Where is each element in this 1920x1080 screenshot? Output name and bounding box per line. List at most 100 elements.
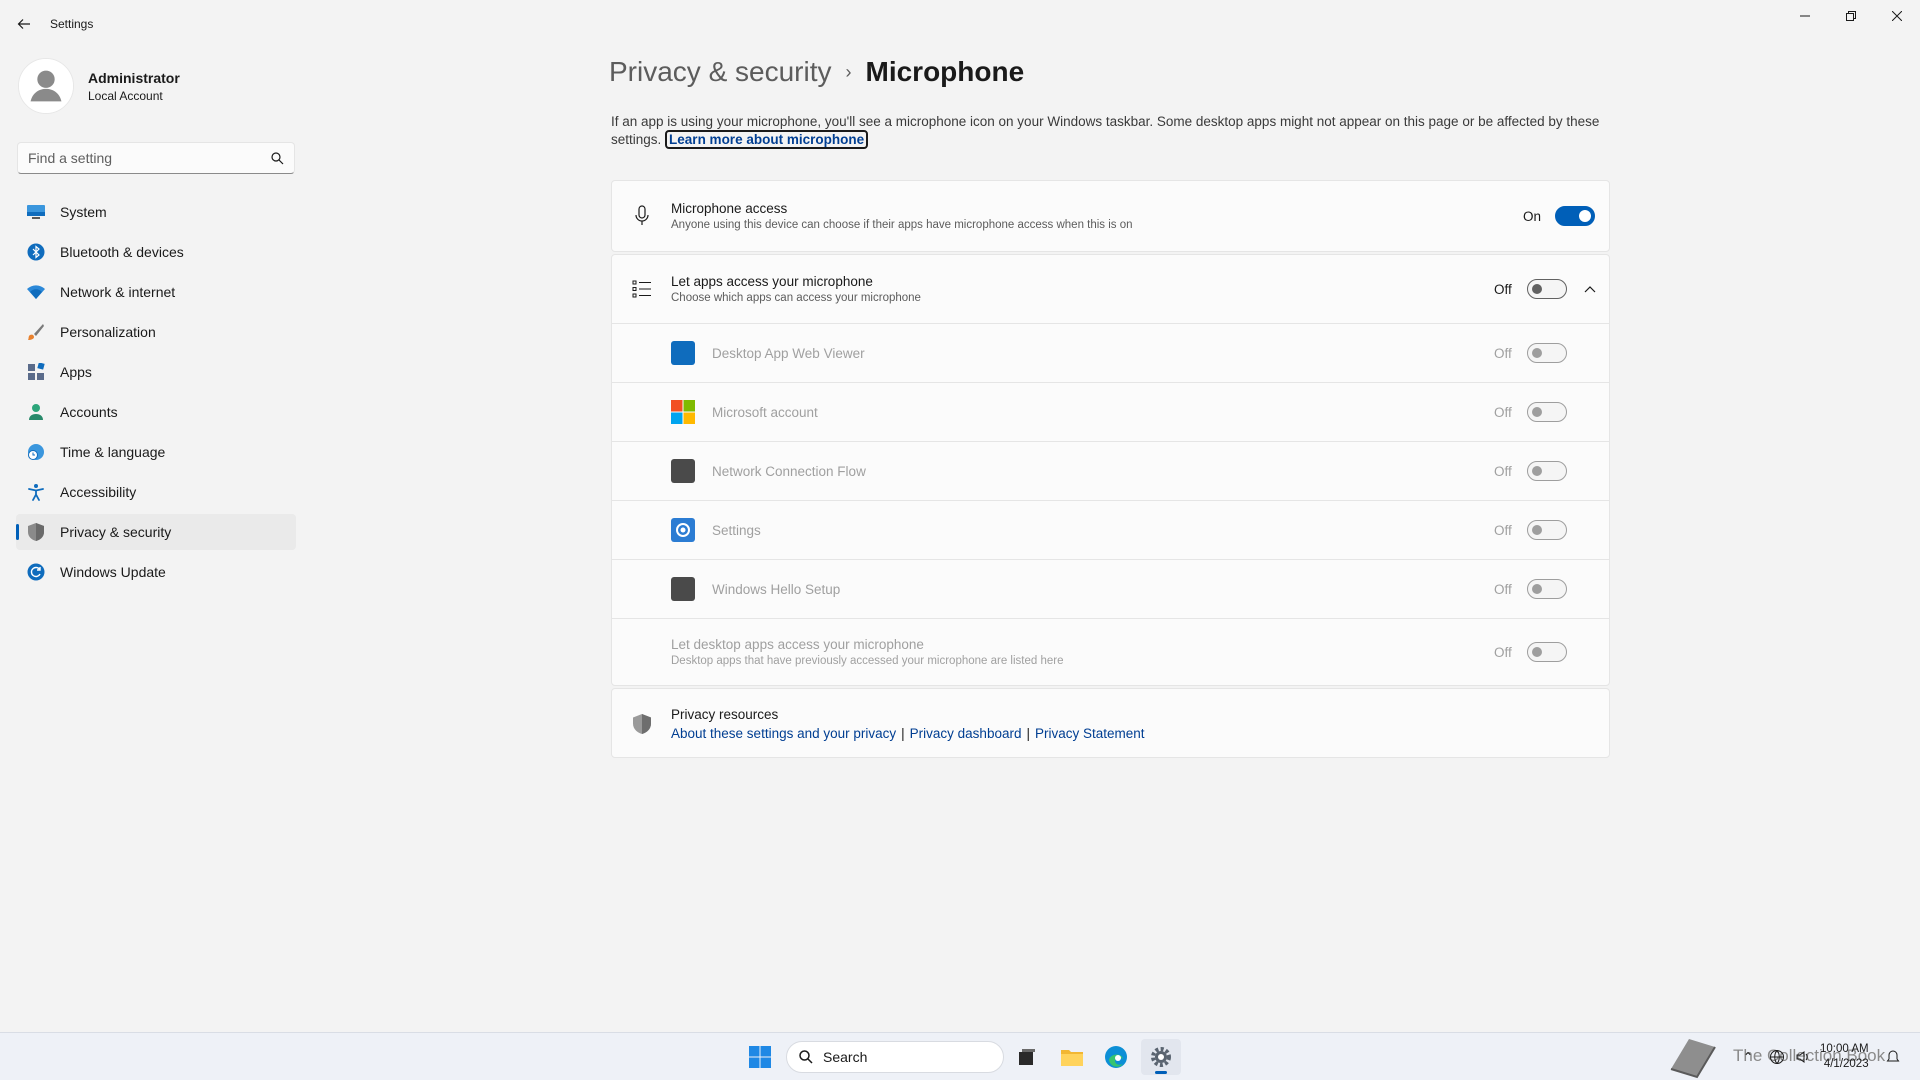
clock-date: 4/1/2023: [1823, 1058, 1869, 1070]
update-icon: [26, 562, 46, 582]
task-view-button[interactable]: [1007, 1039, 1047, 1075]
wifi-icon: [26, 282, 46, 302]
avatar: [18, 58, 74, 114]
sidebar-item-label: Accounts: [60, 404, 118, 420]
privacy-resources-card: Privacy resources About these settings a…: [611, 688, 1610, 758]
shield-icon: [26, 522, 46, 542]
privacy-resources-title: Privacy resources: [671, 707, 779, 722]
volume-icon[interactable]: [1795, 1049, 1811, 1065]
close-icon: [1892, 11, 1902, 21]
sidebar-item-label: Privacy & security: [60, 524, 172, 540]
app-toggle-desktop-app-web-viewer[interactable]: [1527, 343, 1567, 363]
desktop-apps-access-toggle[interactable]: [1527, 642, 1567, 662]
back-button[interactable]: [12, 12, 36, 36]
page-title: Microphone: [865, 56, 1025, 87]
person-icon: [26, 402, 46, 422]
file-explorer-button[interactable]: [1052, 1039, 1092, 1075]
desktop-apps-access-subtitle: Desktop apps that have previously access…: [671, 655, 1064, 667]
settings-gear-icon: [1151, 1047, 1171, 1067]
user-profile[interactable]: Administrator Local Account: [18, 58, 180, 114]
network-globe-icon[interactable]: [1769, 1049, 1785, 1065]
microphone-access-row: Microphone access Anyone using this devi…: [612, 181, 1609, 251]
chevron-right-icon: ›: [845, 61, 852, 82]
app-row-network-connection-flow: Network Connection Flow Off: [612, 442, 1609, 501]
privacy-dashboard-link[interactable]: Privacy dashboard: [910, 726, 1022, 741]
app-toggle-windows-hello-setup[interactable]: [1527, 579, 1567, 599]
app-toggle-settings[interactable]: [1527, 520, 1567, 540]
shield-icon: [630, 712, 654, 736]
minimize-button[interactable]: [1782, 0, 1828, 32]
bluetooth-icon: [26, 242, 46, 262]
app-state: Off: [1494, 581, 1512, 597]
desktop-apps-access-state: Off: [1494, 644, 1512, 660]
microphone-access-state: On: [1523, 208, 1542, 224]
sidebar-nav: System Bluetooth & devices Network & int…: [16, 194, 296, 594]
let-apps-access-card: Let apps access your microphone Choose w…: [611, 254, 1610, 686]
app-toggle-network-connection-flow[interactable]: [1527, 461, 1567, 481]
clock-time: 10:00 AM: [1820, 1043, 1869, 1055]
sidebar-item-apps[interactable]: Apps: [16, 354, 296, 390]
edge-browser-icon: [1105, 1046, 1127, 1068]
settings-search[interactable]: [17, 142, 295, 174]
chevron-up-icon[interactable]: ⌃: [1743, 1050, 1753, 1064]
brush-icon: [26, 322, 46, 342]
title-bar: Settings: [0, 0, 1920, 48]
folder-icon: [1061, 1050, 1083, 1066]
sidebar-item-personalization[interactable]: Personalization: [16, 314, 296, 350]
sidebar-item-label: Network & internet: [60, 284, 176, 300]
sidebar-item-label: Accessibility: [60, 484, 137, 500]
user-avatar-icon: [19, 59, 73, 113]
learn-more-link[interactable]: Learn more about microphone: [665, 130, 869, 149]
settings-gear-icon: [671, 518, 695, 542]
sidebar-item-accessibility[interactable]: Accessibility: [16, 474, 296, 510]
minimize-icon: [1800, 15, 1810, 17]
desktop-apps-access-row: Let desktop apps access your microphone …: [612, 619, 1609, 685]
privacy-statement-link[interactable]: Privacy Statement: [1035, 726, 1145, 741]
search-input[interactable]: [28, 150, 271, 166]
taskbar-search[interactable]: Search: [786, 1041, 1004, 1073]
sidebar-item-windows-update[interactable]: Windows Update: [16, 554, 296, 590]
app-row-windows-hello-setup: Windows Hello Setup Off: [612, 560, 1609, 619]
search-icon: [799, 1050, 813, 1064]
accessibility-icon: [26, 482, 46, 502]
about-settings-privacy-link[interactable]: About these settings and your privacy: [671, 726, 896, 741]
let-apps-access-row[interactable]: Let apps access your microphone Choose w…: [612, 255, 1609, 324]
sidebar-item-label: Bluetooth & devices: [60, 244, 184, 260]
windows-logo-icon: [749, 1046, 771, 1068]
sidebar-item-label: Windows Update: [60, 564, 166, 580]
microphone-access-subtitle: Anyone using this device can choose if t…: [671, 219, 1133, 231]
back-arrow-icon: [17, 19, 30, 29]
notification-button[interactable]: [1886, 1033, 1900, 1080]
microphone-access-toggle[interactable]: [1555, 206, 1595, 226]
taskbar-search-label: Search: [823, 1049, 868, 1065]
close-button[interactable]: [1874, 0, 1920, 32]
let-apps-access-toggle[interactable]: [1527, 279, 1567, 299]
apps-icon: [26, 362, 46, 382]
let-apps-access-subtitle: Choose which apps can access your microp…: [671, 292, 921, 304]
sidebar-item-privacy-security[interactable]: Privacy & security: [16, 514, 296, 550]
sidebar-item-accounts[interactable]: Accounts: [16, 394, 296, 430]
edge-button[interactable]: [1096, 1039, 1136, 1075]
sidebar-item-network[interactable]: Network & internet: [16, 274, 296, 310]
search-icon: [271, 151, 284, 164]
desktop-apps-access-title: Let desktop apps access your microphone: [671, 637, 924, 652]
let-apps-access-state: Off: [1494, 281, 1512, 297]
sidebar-item-bluetooth[interactable]: Bluetooth & devices: [16, 234, 296, 270]
start-button[interactable]: [740, 1039, 780, 1075]
clock[interactable]: 10:00 AM 4/1/2023: [1820, 1042, 1869, 1072]
globe-clock-icon: [26, 442, 46, 462]
sidebar-item-system[interactable]: System: [16, 194, 296, 230]
app-toggle-microsoft-account[interactable]: [1527, 402, 1567, 422]
restore-button[interactable]: [1828, 0, 1874, 32]
settings-taskbar-button[interactable]: [1141, 1039, 1181, 1075]
app-state: Off: [1494, 345, 1512, 361]
list-icon: [630, 277, 654, 301]
privacy-resources-row: Privacy resources About these settings a…: [612, 689, 1609, 759]
app-row-desktop-app-web-viewer: Desktop App Web Viewer Off: [612, 324, 1609, 383]
network-connection-flow-icon: [671, 459, 695, 483]
sidebar-item-time-language[interactable]: Time & language: [16, 434, 296, 470]
desktop-app-web-viewer-icon: [671, 341, 695, 365]
let-apps-access-title: Let apps access your microphone: [671, 274, 873, 289]
breadcrumb-parent[interactable]: Privacy & security: [609, 56, 832, 88]
chevron-up-icon[interactable]: [1582, 281, 1598, 297]
